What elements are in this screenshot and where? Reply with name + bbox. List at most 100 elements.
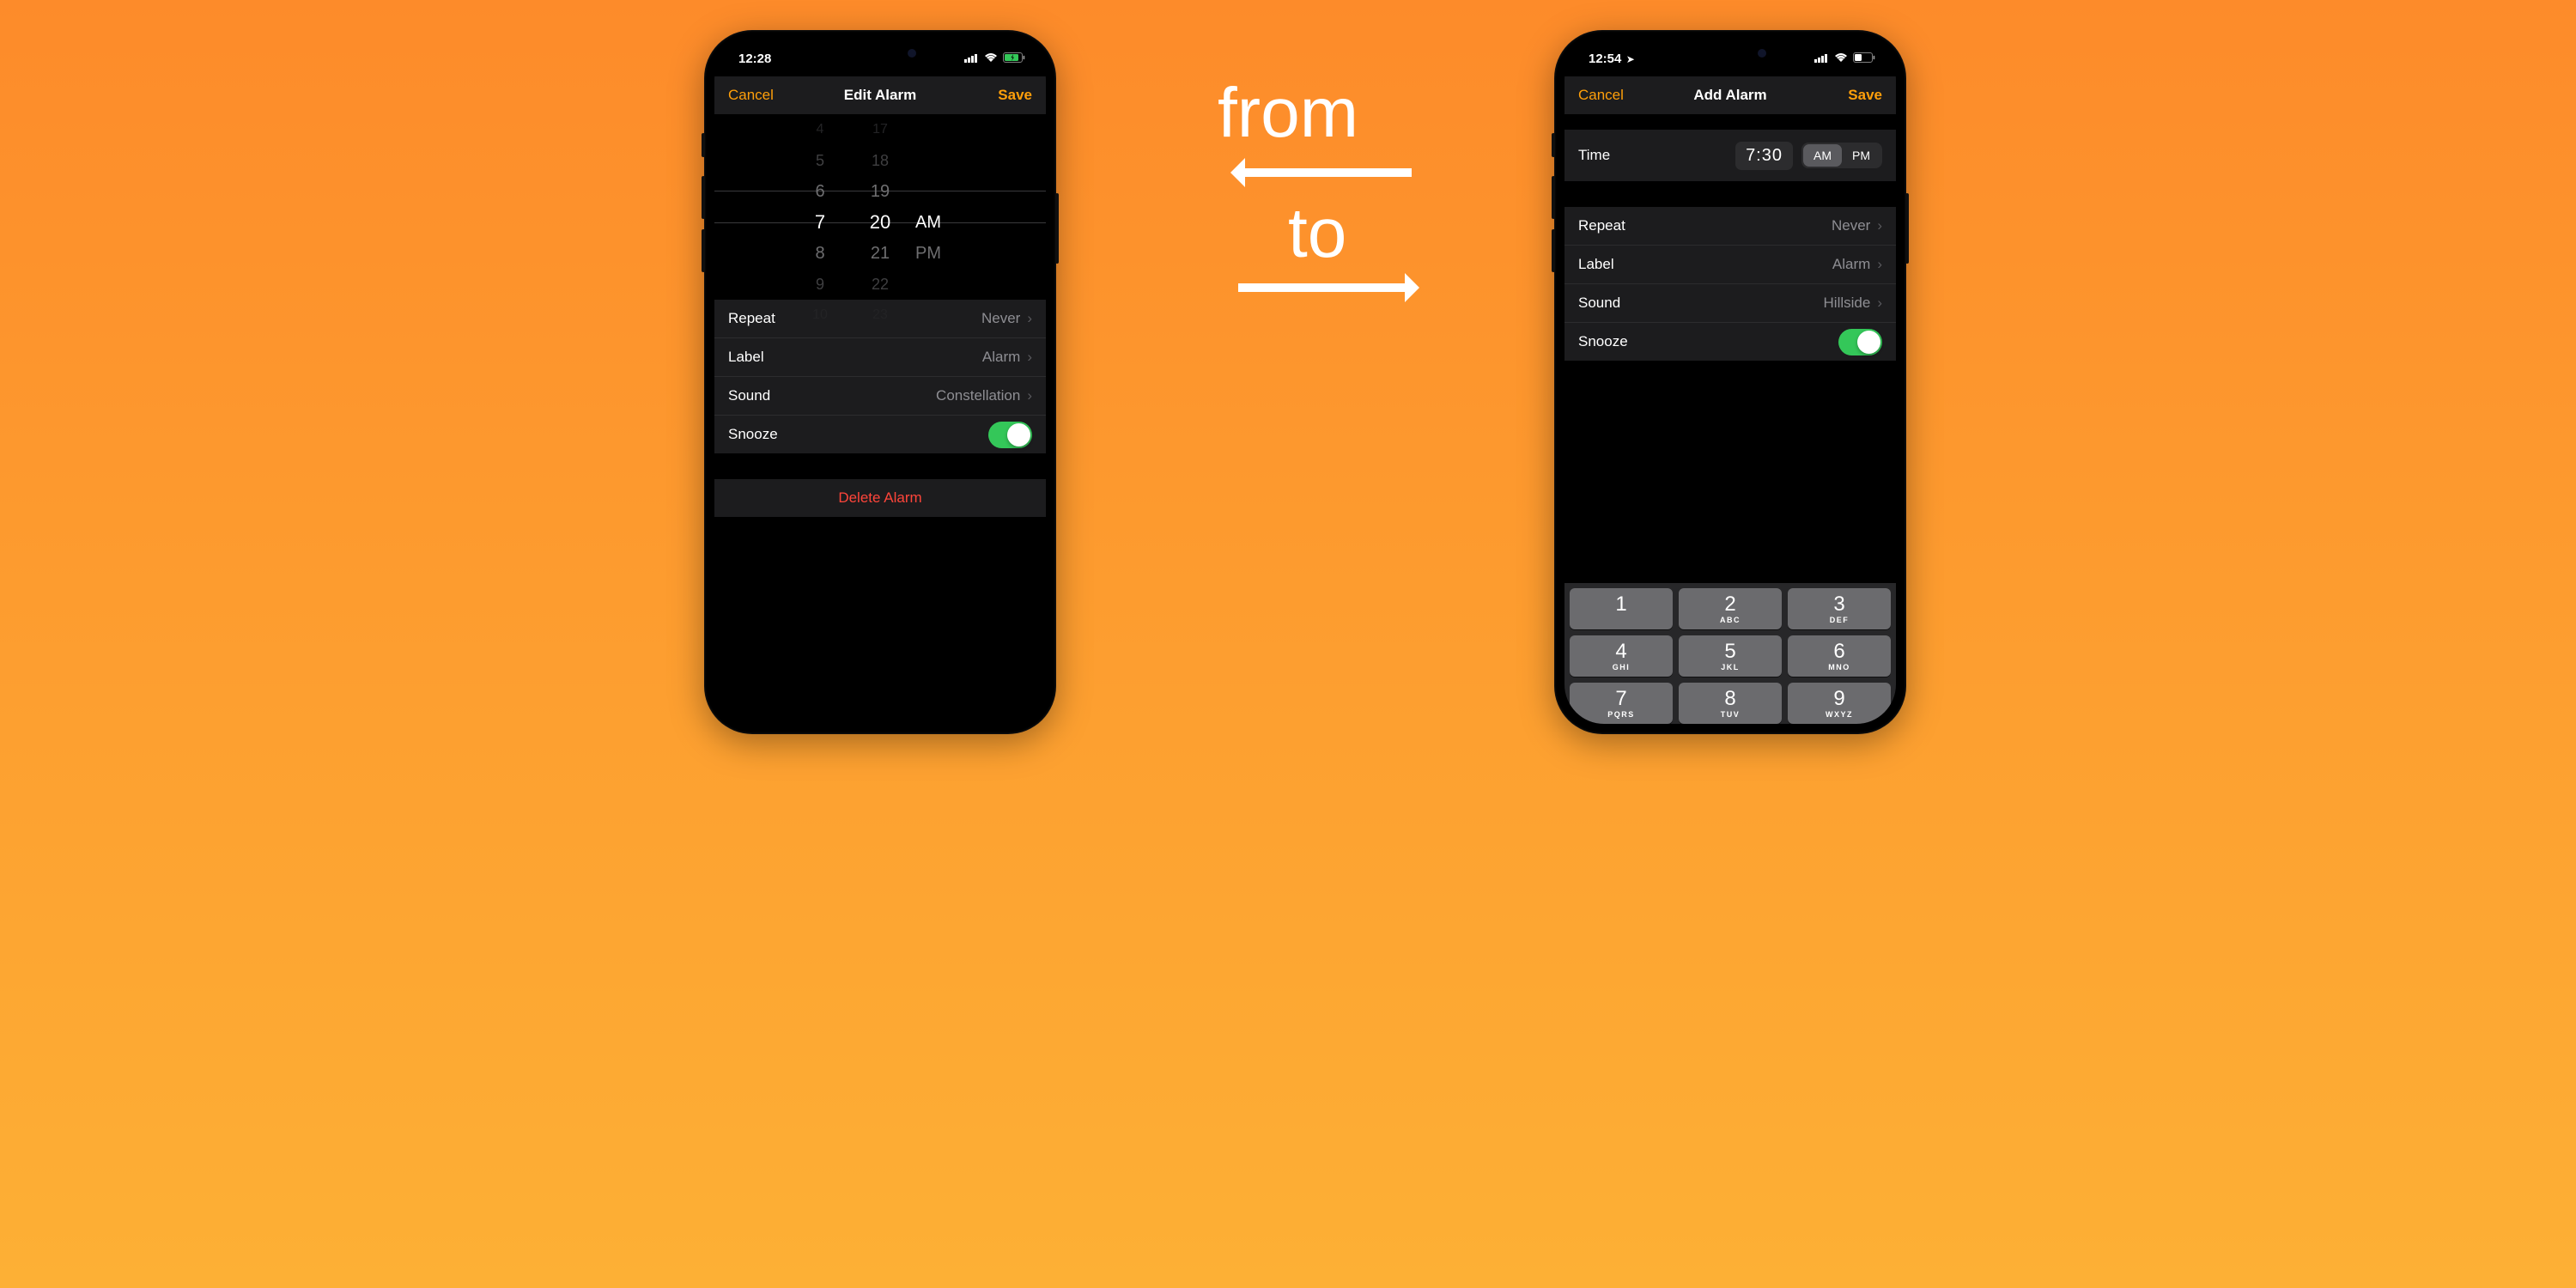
time-label: Time xyxy=(1578,147,1610,164)
chevron-right-icon: › xyxy=(1877,217,1882,234)
volume-down-button[interactable] xyxy=(1552,229,1555,272)
time-input[interactable]: 7:30 xyxy=(1735,142,1793,170)
volume-down-button[interactable] xyxy=(702,229,705,272)
battery-icon xyxy=(1003,52,1025,66)
chevron-right-icon: › xyxy=(1027,387,1032,404)
key-digit: 1 xyxy=(1615,594,1626,615)
key-7[interactable]: 7PQRS xyxy=(1570,683,1673,724)
delete-alarm-button[interactable]: Delete Alarm xyxy=(714,479,1046,517)
pm-option[interactable]: PM xyxy=(1842,144,1880,167)
key-9[interactable]: 9WXYZ xyxy=(1788,683,1891,724)
silent-switch[interactable] xyxy=(1552,133,1555,157)
minute-wheel[interactable]: 17 18 19 20 21 22 23 xyxy=(850,114,910,300)
label-row[interactable]: Label Alarm › xyxy=(714,337,1046,376)
time-row: Time 7:30 AM PM xyxy=(1564,130,1896,181)
key-4[interactable]: 4GHI xyxy=(1570,635,1673,677)
key-letters: TUV xyxy=(1721,710,1741,719)
location-icon: ➤ xyxy=(1623,53,1634,65)
save-button[interactable]: Save xyxy=(998,87,1032,104)
ampm-segmented[interactable]: AM PM xyxy=(1801,143,1882,168)
sound-value: Constellation xyxy=(936,387,1020,404)
arrow-left-icon xyxy=(1238,168,1412,177)
repeat-label: Repeat xyxy=(728,310,775,327)
sound-row[interactable]: Sound Hillside › xyxy=(1564,283,1896,322)
snooze-label: Snooze xyxy=(728,426,778,443)
repeat-label: Repeat xyxy=(1578,217,1625,234)
screen-left: 12:28 Cancel Edit Alarm Save 4 5 6 7 xyxy=(714,40,1046,724)
key-letters: GHI xyxy=(1613,663,1631,671)
key-8[interactable]: 8TUV xyxy=(1679,683,1782,724)
annotation-to: to xyxy=(1288,193,1346,274)
cellular-icon xyxy=(1814,52,1829,66)
label-label: Label xyxy=(1578,256,1614,273)
cancel-button[interactable]: Cancel xyxy=(728,87,774,104)
nav-bar: Cancel Edit Alarm Save xyxy=(714,76,1046,114)
screen-right: 12:54 ➤ Cancel Add Alarm Save Time 7:30 xyxy=(1564,40,1896,724)
repeat-row[interactable]: Repeat Never › xyxy=(1564,207,1896,245)
snooze-toggle[interactable] xyxy=(988,422,1032,448)
sound-label: Sound xyxy=(728,387,770,404)
annotation-from: from xyxy=(1218,73,1358,154)
nav-bar: Cancel Add Alarm Save xyxy=(1564,76,1896,114)
key-1[interactable]: 1 xyxy=(1570,588,1673,629)
key-letters: PQRS xyxy=(1607,710,1635,719)
label-row[interactable]: Label Alarm› xyxy=(1564,245,1896,283)
chevron-right-icon: › xyxy=(1027,349,1032,366)
key-letters: JKL xyxy=(1721,663,1740,671)
silent-switch[interactable] xyxy=(702,133,705,157)
power-button[interactable] xyxy=(1905,193,1909,264)
key-5[interactable]: 5JKL xyxy=(1679,635,1782,677)
key-digit: 8 xyxy=(1724,689,1735,709)
key-digit: 6 xyxy=(1833,641,1844,662)
key-letters xyxy=(1619,616,1623,624)
key-letters: WXYZ xyxy=(1826,710,1853,719)
volume-up-button[interactable] xyxy=(1552,176,1555,219)
key-digit: 4 xyxy=(1615,641,1626,662)
status-time: 12:54 xyxy=(1589,52,1621,66)
key-letters: MNO xyxy=(1828,663,1850,671)
snooze-label: Snooze xyxy=(1578,333,1628,350)
snooze-row: Snooze xyxy=(714,415,1046,453)
snooze-toggle[interactable] xyxy=(1838,329,1882,355)
sound-value: Hillside xyxy=(1824,295,1871,312)
label-value: Alarm xyxy=(982,349,1020,366)
sound-row[interactable]: Sound Constellation › xyxy=(714,376,1046,415)
phone-left: 12:28 Cancel Edit Alarm Save 4 5 6 7 xyxy=(704,30,1056,734)
label-label: Label xyxy=(728,349,764,366)
key-digit: 3 xyxy=(1833,594,1844,615)
am-option[interactable]: AM xyxy=(1803,144,1842,167)
status-time: 12:28 xyxy=(738,52,771,66)
status-bar: 12:54 ➤ xyxy=(1564,40,1896,76)
battery-icon xyxy=(1853,52,1875,66)
volume-up-button[interactable] xyxy=(702,176,705,219)
arrow-right-icon xyxy=(1238,283,1412,292)
time-wheel-picker[interactable]: 4 5 6 7 8 9 10 17 18 19 20 21 22 23 xyxy=(714,114,1046,300)
repeat-value: Never xyxy=(1832,217,1870,234)
wifi-icon xyxy=(1834,52,1848,66)
key-letters: ABC xyxy=(1720,616,1741,624)
status-bar: 12:28 xyxy=(714,40,1046,76)
key-3[interactable]: 3DEF xyxy=(1788,588,1891,629)
key-digit: 2 xyxy=(1724,594,1735,615)
label-value: Alarm xyxy=(1832,256,1870,273)
key-digit: 5 xyxy=(1724,641,1735,662)
chevron-right-icon: › xyxy=(1027,310,1032,327)
phone-right: 12:54 ➤ Cancel Add Alarm Save Time 7:30 xyxy=(1554,30,1906,734)
wifi-icon xyxy=(984,52,998,66)
settings-list: Repeat Never› Label Alarm› Sound Hillsid… xyxy=(1564,207,1896,361)
cellular-icon xyxy=(964,52,979,66)
chevron-right-icon: › xyxy=(1877,295,1882,312)
key-6[interactable]: 6MNO xyxy=(1788,635,1891,677)
sound-label: Sound xyxy=(1578,295,1620,312)
cancel-button[interactable]: Cancel xyxy=(1578,87,1624,104)
key-digit: 9 xyxy=(1833,689,1844,709)
key-2[interactable]: 2ABC xyxy=(1679,588,1782,629)
key-letters: DEF xyxy=(1830,616,1850,624)
meridiem-wheel[interactable]: AM PM xyxy=(910,114,970,300)
repeat-value: Never xyxy=(981,310,1020,327)
hour-wheel[interactable]: 4 5 6 7 8 9 10 xyxy=(790,114,850,300)
snooze-row: Snooze xyxy=(1564,322,1896,361)
power-button[interactable] xyxy=(1055,193,1059,264)
numeric-keypad: 1 2ABC3DEF4GHI5JKL6MNO7PQRS8TUV9WXYZ xyxy=(1564,583,1896,724)
save-button[interactable]: Save xyxy=(1848,87,1882,104)
